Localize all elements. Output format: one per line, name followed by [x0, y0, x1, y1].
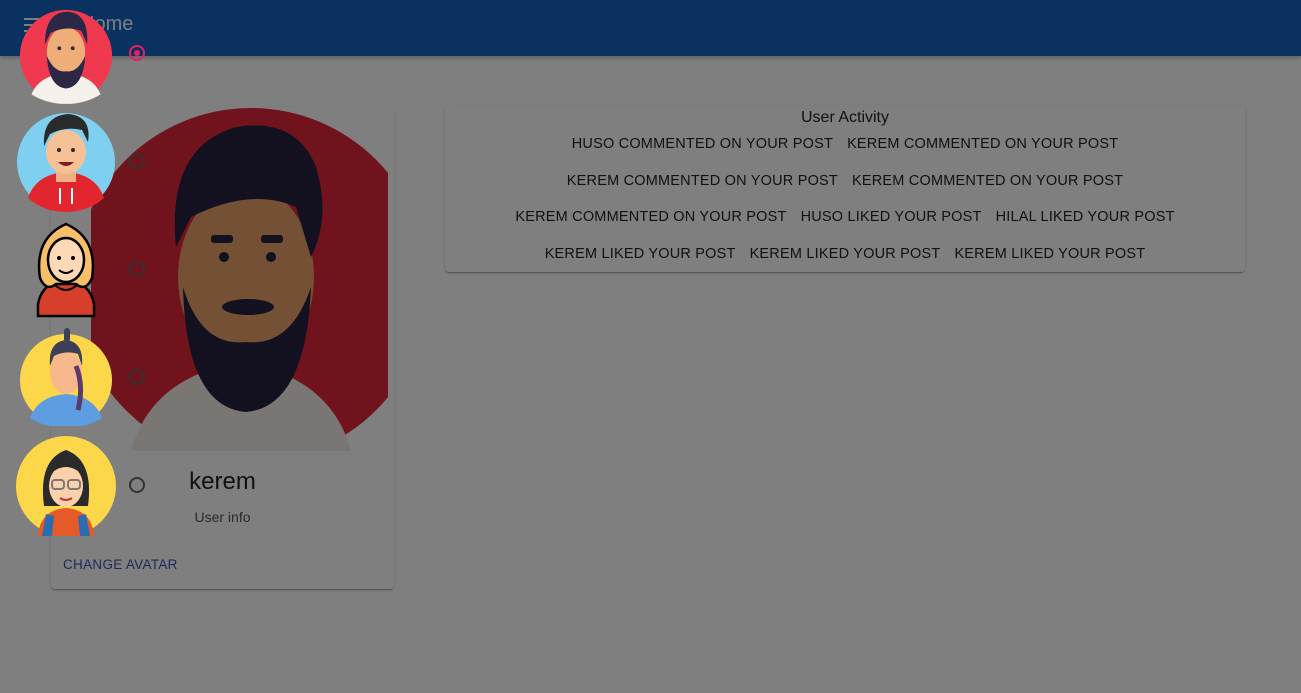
woman-ponytail-avatar-icon[interactable]	[16, 326, 116, 426]
avatar-radio-3[interactable]	[129, 261, 145, 277]
modal-backdrop[interactable]	[0, 0, 1301, 693]
woman-glasses-avatar-icon[interactable]	[16, 436, 116, 536]
avatar-radio-2[interactable]	[129, 153, 145, 169]
woman-blonde-avatar-icon[interactable]	[16, 218, 116, 318]
avatar-radio-4[interactable]	[129, 369, 145, 385]
bearded-man-avatar-icon[interactable]	[18, 4, 114, 104]
avatar-radio-5[interactable]	[129, 477, 145, 493]
avatar-radio-1[interactable]	[129, 45, 145, 61]
man-red-hoodie-avatar-icon[interactable]	[16, 112, 116, 212]
